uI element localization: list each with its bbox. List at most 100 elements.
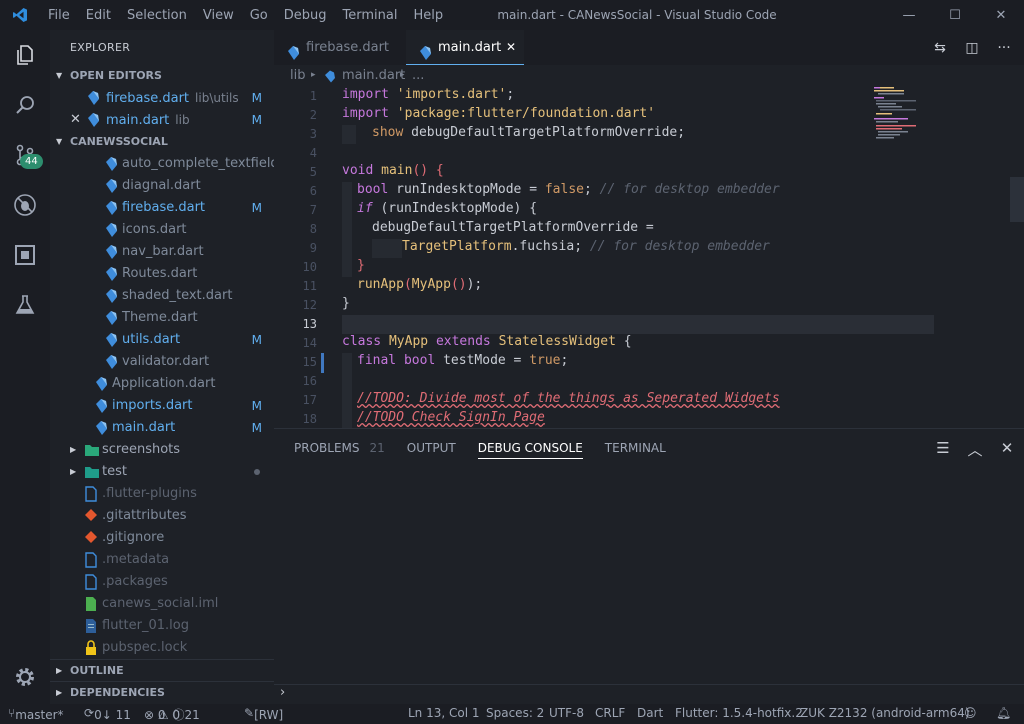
close-tab-icon[interactable]: ✕ [506,30,516,65]
dart-file-icon [104,244,118,260]
notifications-bell-icon[interactable]: 🔔︎ [996,706,1011,720]
menu-terminal[interactable]: Terminal [335,8,406,23]
chevron-right-icon[interactable]: ▶ [70,461,76,483]
file-tree-item[interactable]: icons.dart [50,219,274,241]
menu-selection[interactable]: Selection [119,8,195,23]
search-icon[interactable] [0,80,50,130]
file-tree-item[interactable]: main.dart M [50,417,274,439]
feedback-smiley-icon[interactable]: ☺ [964,706,977,720]
menu-bar: File Edit Selection View Go Debug Termin… [40,0,451,30]
file-tree-item[interactable]: imports.dart M [50,395,274,417]
git-status: M [251,91,262,105]
code-editor[interactable]: 1 2 3 4 5 6 7 8 9 10 11 12 13 14 15 16 17 18 import 'impo… [274,87,1024,428]
indentation[interactable]: Spaces: 2 [486,706,544,720]
chevron-right-icon: ▸ [400,70,405,80]
close-panel-icon[interactable]: ✕ [998,439,1016,460]
cursor-position[interactable]: Ln 13, Col 1 [408,706,480,720]
encoding[interactable]: UTF-8 [549,706,584,720]
modified-dot-icon [254,469,260,475]
file-name: imports.dart [112,398,193,413]
tab-problems[interactable]: PROBLEMS 21 [294,429,385,467]
file-tree-item[interactable]: utils.dart M [50,329,274,351]
file-tree-item[interactable]: .flutter-plugins [50,483,274,505]
close-window-icon[interactable]: ✕ [978,0,1024,30]
menu-edit[interactable]: Edit [78,8,119,23]
extensions-icon[interactable] [0,230,50,280]
compare-changes-icon[interactable]: ⇆ [930,40,950,56]
git-status: M [251,333,262,347]
settings-gear-icon[interactable] [0,652,50,702]
tab-output[interactable]: OUTPUT [407,429,456,467]
dart-file-icon [86,90,100,106]
explorer-sidebar: EXPLORER ▼ OPEN EDITORS firebase.dart lib… [50,30,274,704]
clear-console-icon[interactable]: ☰ [934,439,952,460]
test-flask-icon[interactable] [0,280,50,330]
editor-scrollbar-thumb[interactable] [1010,177,1024,222]
tab-main-dart[interactable]: main.dart ✕ [406,30,524,65]
file-tree-item[interactable]: validator.dart [50,351,274,373]
tab-firebase-dart[interactable]: firebase.dart [274,30,402,65]
line-ending[interactable]: CRLF [595,706,625,720]
edit-icon[interactable]: ✎ [RW] [244,706,283,722]
file-tree-item[interactable]: Theme.dart [50,307,274,329]
device-selector[interactable]: ZUK Z2132 (android-arm64) [800,706,970,720]
tab-terminal[interactable]: TERMINAL [605,429,666,467]
menu-help[interactable]: Help [405,8,451,23]
minimize-icon[interactable]: — [886,0,932,30]
menu-view[interactable]: View [195,8,242,23]
file-tree-item[interactable]: auto_complete_textfield.... [50,153,274,175]
maximize-icon[interactable]: ☐ [932,0,978,30]
project-header[interactable]: ▼ CANEWSSOCIAL [50,131,274,153]
file-tree-item[interactable]: diagnal.dart [50,175,274,197]
file-tree-item[interactable]: Routes.dart [50,263,274,285]
line-number: 7 [309,203,317,217]
open-editor-item[interactable]: ✕ main.dart lib M [50,109,274,131]
file-tree-item[interactable]: canews_social.iml [50,593,274,615]
breadcrumb-file[interactable]: main.dart [342,68,405,83]
menu-go[interactable]: Go [242,8,276,23]
close-editor-icon[interactable]: ✕ [70,109,81,131]
more-actions-icon[interactable]: ··· [994,40,1014,56]
file-tree-item[interactable]: pubspec.lock [50,637,274,659]
git-status: M [251,113,262,127]
file-name: shaded_text.dart [122,288,233,303]
open-editor-item[interactable]: firebase.dart lib\utils M [50,87,274,109]
git-branch[interactable]: ⑂ master* [8,706,64,722]
breadcrumb-more[interactable]: ... [412,68,424,83]
tab-debug-console[interactable]: DEBUG CONSOLE [477,429,583,459]
file-tree-item[interactable]: .gitignore [50,527,274,549]
outline-header[interactable]: ▶ OUTLINE [50,659,274,681]
minimap[interactable] [874,87,934,428]
problems-summary[interactable]: ⊗ 0 ⚠ 0 ⓘ 21 [144,706,200,723]
file-name: .gitattributes [102,508,187,523]
file-tree-item[interactable]: Application.dart [50,373,274,395]
file-tree-item[interactable]: .packages [50,571,274,593]
git-sync[interactable]: ⟳ 0↓ 11 [84,706,131,722]
activity-bar: 44 [0,30,50,704]
dependencies-header[interactable]: ▶ DEPENDENCIES [50,681,274,703]
maximize-panel-icon[interactable]: ︿ [966,439,984,460]
file-tree-item[interactable]: .gitattributes [50,505,274,527]
open-editors-header[interactable]: ▼ OPEN EDITORS [50,65,274,87]
file-tree-item[interactable]: ▶ test [50,461,274,483]
menu-debug[interactable]: Debug [276,8,335,23]
flutter-version[interactable]: Flutter: 1.5.4-hotfix.2 [675,706,803,720]
file-tree-item[interactable]: shaded_text.dart [50,285,274,307]
indent-guide [342,353,352,428]
split-editor-icon[interactable]: ◫ [962,40,982,56]
file-tree-item[interactable]: flutter_01.log [50,615,274,637]
language-mode[interactable]: Dart [637,706,663,720]
chevron-right-icon[interactable]: ▶ [70,439,76,461]
menu-file[interactable]: File [40,8,78,23]
dart-file-icon [104,332,118,348]
file-tree-item[interactable]: ▶ screenshots [50,439,274,461]
debug-icon[interactable] [0,180,50,230]
title-bar: File Edit Selection View Go Debug Termin… [0,0,1024,30]
explorer-icon[interactable] [0,30,50,80]
debug-console-input[interactable]: › [274,684,1024,704]
file-tree-item[interactable]: .metadata [50,549,274,571]
file-tree-item[interactable]: nav_bar.dart [50,241,274,263]
project-label: CANEWSSOCIAL [70,135,168,148]
breadcrumb-folder[interactable]: lib [290,68,305,83]
file-tree-item[interactable]: firebase.dart M [50,197,274,219]
